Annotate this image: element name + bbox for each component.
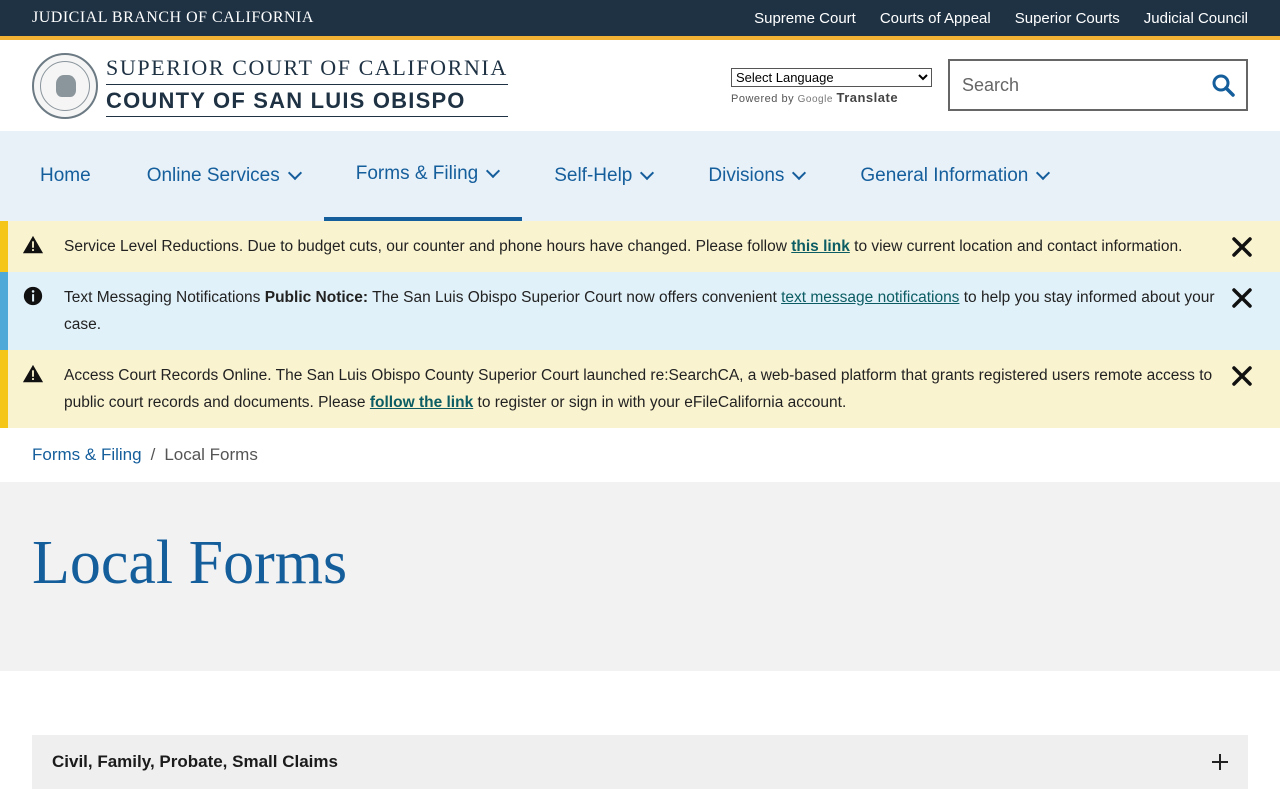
supreme-court-link[interactable]: Supreme Court bbox=[754, 10, 856, 27]
nav-self-help-label: Self-Help bbox=[554, 165, 633, 186]
court-seal-icon[interactable] bbox=[32, 52, 98, 119]
alert-service-reductions: Service Level Reductions. Due to budget … bbox=[0, 221, 1280, 272]
nav-divisions[interactable]: Divisions bbox=[676, 131, 828, 221]
nav-online-services-label: Online Services bbox=[146, 165, 280, 186]
superior-courts-link[interactable]: Superior Courts bbox=[1015, 10, 1120, 27]
plus-icon bbox=[1212, 754, 1228, 770]
alert-text: Access Court Records Online. The San Lui… bbox=[64, 362, 1220, 416]
breadcrumb-current: Local Forms bbox=[164, 445, 258, 464]
language-select[interactable]: Select Language bbox=[731, 68, 932, 87]
powered-by: Powered by Google Translate bbox=[731, 90, 932, 105]
nav-general-information-label: General Information bbox=[860, 165, 1029, 186]
forms-accordion: Civil, Family, Probate, Small Claims bbox=[32, 735, 1248, 797]
warning-icon bbox=[22, 235, 44, 254]
chevron-down-icon bbox=[287, 165, 302, 181]
breadcrumb-forms-filing[interactable]: Forms & Filing bbox=[32, 445, 142, 465]
nav-home[interactable]: Home bbox=[8, 131, 115, 221]
search-input[interactable] bbox=[950, 61, 1200, 109]
powered-by-text: Powered by bbox=[731, 93, 795, 105]
nav-home-label: Home bbox=[40, 165, 91, 186]
chevron-down-icon bbox=[1036, 165, 1051, 181]
google-logo: Google bbox=[797, 94, 833, 105]
court-name-line1: SUPERIOR COURT OF CALIFORNIA bbox=[106, 55, 508, 85]
close-icon[interactable] bbox=[1230, 364, 1254, 388]
court-logo[interactable]: SUPERIOR COURT OF CALIFORNIA COUNTY OF S… bbox=[106, 55, 508, 117]
alert-text-before: Service Level Reductions. Due to budget … bbox=[64, 238, 792, 255]
text-notifications-link[interactable]: text message notifications bbox=[781, 289, 959, 306]
nav-self-help[interactable]: Self-Help bbox=[522, 131, 676, 221]
judicial-branch-bar: JUDICIAL BRANCH OF CALIFORNIA Supreme Co… bbox=[0, 0, 1280, 36]
chevron-down-icon bbox=[486, 163, 501, 179]
nav-online-services[interactable]: Online Services bbox=[115, 131, 324, 221]
chevron-down-icon bbox=[792, 165, 807, 181]
site-header: SUPERIOR COURT OF CALIFORNIA COUNTY OF S… bbox=[0, 40, 1280, 131]
page-title: Local Forms bbox=[32, 529, 348, 597]
alert-text-after: to view current location and contact inf… bbox=[849, 238, 1183, 255]
nav-forms-filing-label: Forms & Filing bbox=[355, 163, 479, 184]
translate-link[interactable]: Translate bbox=[836, 90, 898, 105]
close-icon[interactable] bbox=[1230, 235, 1254, 259]
warning-icon bbox=[22, 364, 44, 383]
alert-text-messaging: Text Messaging Notifications Public Noti… bbox=[0, 272, 1280, 350]
nav-divisions-label: Divisions bbox=[708, 165, 785, 186]
alert-text-after: to register or sign in with your eFileCa… bbox=[473, 394, 847, 411]
page-title-band: Local Forms bbox=[0, 482, 1280, 671]
search-box bbox=[948, 59, 1248, 111]
judicial-council-link[interactable]: Judicial Council bbox=[1144, 10, 1248, 27]
alert-title: Text Messaging Notifications bbox=[64, 289, 265, 306]
accordion-civil-family-probate[interactable]: Civil, Family, Probate, Small Claims bbox=[32, 735, 1248, 789]
breadcrumb: Forms & Filing / Local Forms bbox=[0, 428, 1280, 482]
main-nav: Home Online Services Forms & Filing Self… bbox=[0, 131, 1280, 221]
alert-text-before: The San Luis Obispo Superior Court now o… bbox=[368, 289, 782, 306]
follow-the-link[interactable]: follow the link bbox=[370, 394, 473, 411]
alert-text: Service Level Reductions. Due to budget … bbox=[64, 233, 1182, 260]
accordion-label: Civil, Family, Probate, Small Claims bbox=[52, 752, 338, 771]
breadcrumb-separator: / bbox=[150, 445, 156, 464]
chevron-down-icon bbox=[640, 165, 655, 181]
alert-bold: Public Notice: bbox=[264, 289, 369, 306]
nav-forms-filing[interactable]: Forms & Filing bbox=[323, 131, 523, 221]
nav-general-information[interactable]: General Information bbox=[828, 131, 1072, 221]
courts-of-appeal-link[interactable]: Courts of Appeal bbox=[880, 10, 991, 27]
search-icon[interactable] bbox=[1200, 73, 1246, 97]
this-link[interactable]: this link bbox=[791, 238, 850, 255]
top-links: Supreme Court Courts of Appeal Superior … bbox=[754, 10, 1248, 27]
court-name-line2: COUNTY OF SAN LUIS OBISPO bbox=[106, 85, 508, 117]
alert-text: Text Messaging Notifications Public Noti… bbox=[64, 284, 1220, 338]
google-translate: Select Language Powered by Google Transl… bbox=[731, 68, 932, 105]
alert-court-records: Access Court Records Online. The San Lui… bbox=[0, 350, 1280, 428]
info-icon bbox=[23, 286, 43, 306]
close-icon[interactable] bbox=[1230, 286, 1254, 310]
judicial-branch-title[interactable]: JUDICIAL BRANCH OF CALIFORNIA bbox=[32, 9, 314, 27]
